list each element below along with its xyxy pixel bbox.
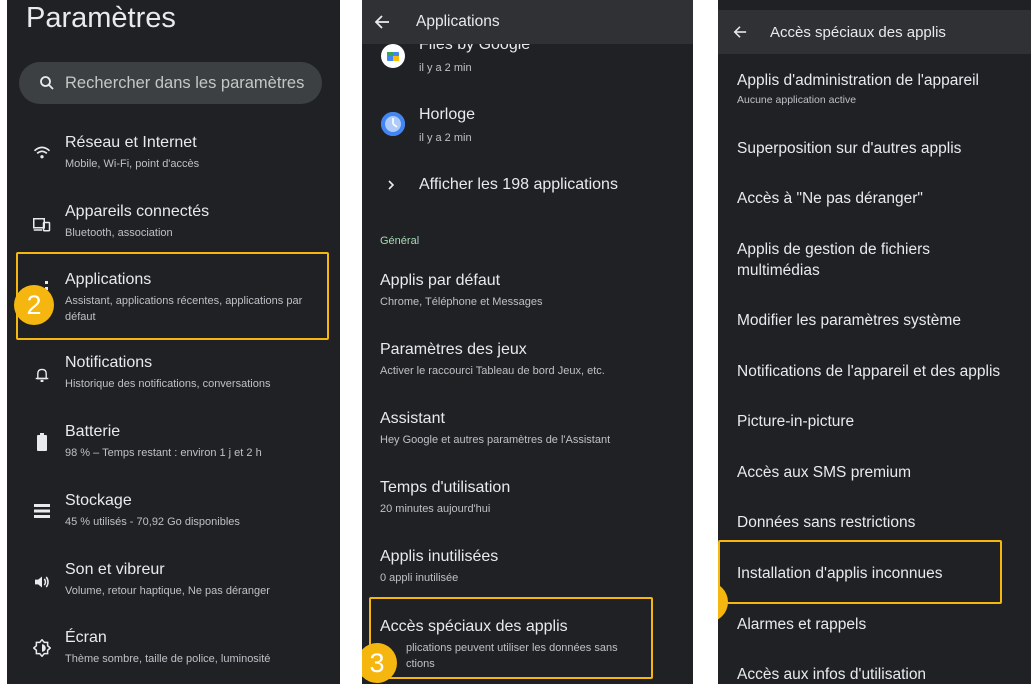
- item-subtitle: 0 appli inutilisée: [380, 572, 459, 584]
- applications-panel: Files by Google il y a 2 min Application…: [362, 0, 693, 684]
- section-header: Général: [380, 235, 420, 247]
- item-title: Temps d'utilisation: [380, 479, 511, 496]
- item-subtitle: 45 % utilisés - 70,92 Go disponibles: [65, 516, 240, 528]
- item-title: Son et vibreur: [65, 561, 165, 578]
- highlight-box: [369, 597, 653, 679]
- see-all-label: Afficher les 198 applications: [419, 176, 618, 193]
- page-title: Paramètres: [26, 2, 176, 34]
- clock-app-icon: [381, 112, 405, 136]
- special-item-pip[interactable]: Picture-in-picture: [737, 411, 854, 432]
- volume-icon: [31, 571, 53, 593]
- back-arrow-icon[interactable]: [728, 20, 752, 44]
- item-title: Stockage: [65, 492, 132, 509]
- settings-item-sound[interactable]: Son et vibreur Volume, retour haptique, …: [7, 557, 340, 617]
- back-arrow-icon[interactable]: [370, 10, 394, 34]
- settings-item-storage[interactable]: Stockage 45 % utilisés - 70,92 Go dispon…: [7, 488, 340, 548]
- item-title: Applis inutilisées: [380, 548, 499, 565]
- settings-item-battery[interactable]: Batterie 98 % – Temps restant : environ …: [7, 419, 340, 479]
- special-item-premium-sms[interactable]: Accès aux SMS premium: [737, 462, 911, 483]
- apps-item-games[interactable]: Paramètres des jeux Activer le raccourci…: [362, 337, 693, 397]
- item-subtitle: il y a 2 min: [419, 132, 472, 144]
- item-subtitle: Activer le raccourci Tableau de bord Jeu…: [380, 365, 605, 377]
- search-placeholder: Rechercher dans les paramètres: [65, 73, 305, 92]
- display-icon: [31, 637, 53, 659]
- recent-app-clock[interactable]: Horloge il y a 2 min: [362, 102, 693, 152]
- apps-item-assistant[interactable]: Assistant Hey Google et autres paramètre…: [362, 406, 693, 466]
- devices-icon: [31, 213, 53, 235]
- wifi-icon: [31, 142, 53, 164]
- special-access-panel: Accès spéciaux des applis Applis d'admin…: [718, 0, 1031, 684]
- special-item-notifications[interactable]: Notifications de l'appareil et des appli…: [737, 361, 1000, 382]
- special-item-alarms[interactable]: Alarmes et rappels: [737, 614, 866, 635]
- battery-icon: [31, 431, 53, 453]
- item-title: Horloge: [419, 106, 476, 123]
- item-title: Applis par défaut: [380, 272, 501, 289]
- search-icon: [37, 73, 57, 93]
- files-app-icon: [381, 44, 405, 68]
- settings-panel: Paramètres Rechercher dans les paramètre…: [7, 0, 340, 684]
- item-subtitle: Hey Google et autres paramètres de l'Ass…: [380, 434, 611, 446]
- bell-icon: [31, 364, 53, 386]
- highlight-box: [718, 540, 1002, 604]
- item-title: Paramètres des jeux: [380, 341, 527, 358]
- item-subtitle: Volume, retour haptique, Ne pas déranger: [65, 585, 270, 597]
- settings-item-notifications[interactable]: Notifications Historique des notificatio…: [7, 350, 340, 410]
- apps-item-unused[interactable]: Applis inutilisées 0 appli inutilisée: [362, 544, 693, 604]
- item-subtitle: Aucune application active: [737, 94, 857, 106]
- special-item-unrestricted-data[interactable]: Données sans restrictions: [737, 512, 915, 533]
- storage-icon: [31, 500, 53, 522]
- app-bar: Accès spéciaux des applis: [718, 10, 1031, 54]
- app-bar: Applications: [362, 0, 693, 44]
- item-title: Assistant: [380, 410, 445, 427]
- item-subtitle: 98 % – Temps restant : environ 1 j et 2 …: [65, 447, 262, 459]
- page-title: Applications: [416, 13, 500, 30]
- special-item-dnd[interactable]: Accès à "Ne pas déranger": [737, 188, 923, 209]
- special-item-device-admin[interactable]: Applis d'administration de l'appareil: [737, 70, 979, 91]
- settings-item-network[interactable]: Réseau et Internet Mobile, Wi-Fi, point …: [7, 130, 340, 190]
- item-title: Réseau et Internet: [65, 134, 197, 151]
- special-item-overlay[interactable]: Superposition sur d'autres applis: [737, 138, 961, 159]
- item-subtitle: 20 minutes aujourd'hui: [380, 503, 491, 515]
- item-title: Appareils connectés: [65, 203, 210, 220]
- item-subtitle: Historique des notifications, conversati…: [65, 378, 271, 390]
- item-subtitle: Thème sombre, taille de police, luminosi…: [65, 653, 271, 665]
- page-title: Accès spéciaux des applis: [770, 23, 946, 41]
- highlight-box: [16, 252, 329, 340]
- item-title: Batterie: [65, 423, 121, 440]
- special-item-usage-access[interactable]: Accès aux infos d'utilisation: [737, 664, 926, 684]
- special-item-system-settings[interactable]: Modifier les paramètres système: [737, 310, 961, 331]
- search-input[interactable]: Rechercher dans les paramètres: [19, 62, 322, 104]
- settings-item-display[interactable]: Écran Thème sombre, taille de police, lu…: [7, 625, 340, 684]
- chevron-right-icon: [380, 174, 402, 196]
- apps-item-default[interactable]: Applis par défaut Chrome, Téléphone et M…: [362, 268, 693, 328]
- step-badge: 2: [14, 285, 54, 325]
- item-subtitle: Chrome, Téléphone et Messages: [380, 296, 543, 308]
- item-subtitle: Mobile, Wi-Fi, point d'accès: [65, 158, 200, 170]
- item-subtitle: Bluetooth, association: [65, 227, 173, 239]
- settings-item-devices[interactable]: Appareils connectés Bluetooth, associati…: [7, 199, 340, 259]
- item-subtitle: il y a 2 min: [419, 62, 472, 74]
- item-title: Notifications: [65, 354, 153, 371]
- special-item-media-files[interactable]: Applis de gestion de fichiers multimédia…: [737, 239, 997, 281]
- see-all-apps-link[interactable]: Afficher les 198 applications: [362, 170, 693, 202]
- apps-item-screen-time[interactable]: Temps d'utilisation 20 minutes aujourd'h…: [362, 475, 693, 535]
- item-title: Écran: [65, 629, 107, 646]
